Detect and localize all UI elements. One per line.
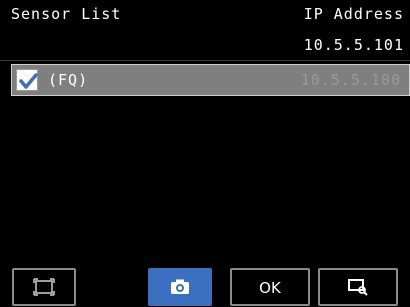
sensor-name: (FQ)	[48, 71, 89, 89]
monitor-search-icon	[348, 279, 368, 296]
sensor-ip-address: 10.5.5.100	[300, 71, 401, 89]
search-sensor-button[interactable]	[318, 268, 398, 306]
toolbar: OK	[0, 264, 410, 307]
ok-label: OK	[259, 279, 281, 297]
local-ip-row: 10.5.5.101	[0, 30, 410, 60]
sensor-list-item[interactable]: (FQ) 10.5.5.100	[11, 64, 410, 96]
camera-icon	[171, 279, 189, 294]
checkmark-icon	[19, 73, 38, 89]
capture-button[interactable]	[148, 268, 212, 306]
ip-address-column-header: IP Address	[303, 5, 404, 23]
sensor-checkbox[interactable]	[16, 69, 38, 91]
local-ip-address: 10.5.5.101	[303, 36, 404, 54]
frame-button[interactable]	[12, 268, 76, 306]
frame-icon	[33, 278, 55, 296]
divider	[0, 60, 410, 61]
page-title: Sensor List	[11, 5, 122, 23]
ok-button[interactable]: OK	[230, 268, 310, 306]
header: Sensor List IP Address	[0, 0, 410, 30]
